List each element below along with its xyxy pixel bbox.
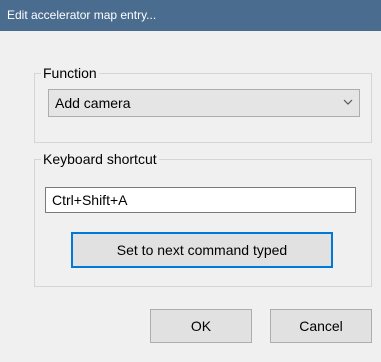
window-title: Edit accelerator map entry... [7, 8, 157, 22]
dialog-body: Function Add camera Keyboard shortcut Ct… [0, 31, 381, 362]
chevron-down-icon [343, 99, 353, 105]
keyboard-shortcut-group-label: Keyboard shortcut [41, 150, 159, 168]
function-group: Function Add camera [34, 64, 372, 143]
set-to-next-command-button[interactable]: Set to next command typed [71, 232, 333, 268]
function-group-label: Function [41, 64, 99, 82]
ok-button-label: OK [190, 318, 212, 334]
ok-button[interactable]: OK [150, 309, 252, 343]
shortcut-input[interactable]: Ctrl+Shift+A [45, 187, 356, 213]
function-dropdown[interactable]: Add camera [48, 89, 360, 117]
set-to-next-command-label: Set to next command typed [116, 242, 288, 258]
keyboard-shortcut-group: Keyboard shortcut Ctrl+Shift+A Set to ne… [34, 150, 372, 287]
cancel-button-label: Cancel [299, 318, 343, 334]
window-titlebar[interactable]: Edit accelerator map entry... [0, 0, 381, 31]
function-dropdown-value: Add camera [55, 95, 131, 111]
shortcut-input-value: Ctrl+Shift+A [52, 192, 128, 208]
cancel-button[interactable]: Cancel [270, 309, 372, 343]
